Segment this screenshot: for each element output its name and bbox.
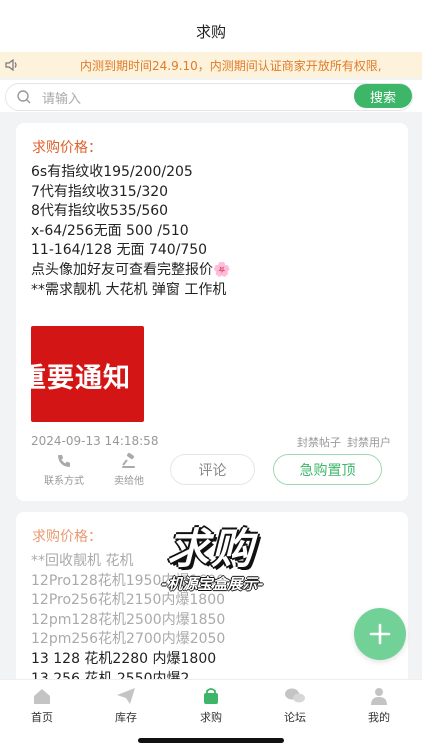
chat-bubbles-icon [285, 688, 305, 703]
notice-text: 内测到期时间24.9.10，内测期间认证商家开放所有权限, [80, 58, 382, 73]
gavel-icon [122, 453, 135, 468]
post-image[interactable]: 重要通知 [31, 326, 144, 422]
post-line: 12pm128花机2500内爆1850 [31, 611, 226, 628]
tab-label: 论坛 [284, 711, 306, 724]
home-indicator [138, 738, 284, 743]
post-content: 6s有指纹收195/200/205 7代有指纹收315/320 8代有指纹收53… [31, 163, 230, 300]
top-nav-bar: 求购 [0, 0, 422, 52]
watermark-title: 求购 [167, 524, 256, 573]
sell-label: 卖给他 [114, 476, 144, 487]
home-icon [34, 689, 50, 704]
post-line: 13 128 花机2280 内爆1800 [31, 650, 217, 667]
tab-inventory[interactable]: 库存 [96, 687, 156, 725]
search-icon [16, 89, 32, 105]
post-line: 12pm256花机2700内爆2050 [31, 631, 226, 648]
tab-label: 我的 [368, 711, 390, 724]
post-line: x-64/256无面 500 /510 [31, 222, 189, 239]
user-icon [371, 688, 387, 705]
send-icon [117, 688, 135, 704]
phone-icon [58, 455, 70, 467]
watermark: 求购 -机源宝盒展示- [125, 515, 300, 600]
tab-label: 首页 [31, 711, 53, 724]
comment-button[interactable]: 评论 [170, 454, 255, 485]
post-line: 8代有指纹收535/560 [31, 203, 169, 220]
notice-bar[interactable]: 内测到期时间24.9.10，内测期间认证商家开放所有权限, [0, 52, 422, 78]
post-line: 点头像加好友可查看完整报价🌸 [31, 261, 231, 278]
post-image-text: 重要通知 [31, 363, 131, 394]
add-post-button[interactable] [354, 608, 406, 660]
search-button[interactable]: 搜索 [354, 84, 412, 108]
post-actions: 联系方式 卖给他 评论 急购置顶 [16, 448, 408, 493]
price-label: 求购价格： [32, 140, 102, 156]
post-date: 2024-09-13 14:18:58 [31, 434, 159, 448]
search-placeholder: 请输入 [42, 91, 82, 107]
post-line: 11-164/128 无面 740/750 [31, 242, 208, 259]
tab-forum[interactable]: 论坛 [265, 687, 325, 725]
page-title: 求购 [195, 23, 226, 41]
contact-button[interactable]: 联系方式 [44, 453, 84, 487]
urgent-pin-button[interactable]: 急购置顶 [273, 454, 382, 485]
tab-label: 求购 [200, 711, 222, 724]
watermark-subtitle: -机源宝盒展示- [161, 575, 264, 593]
contact-label: 联系方式 [44, 476, 84, 487]
post-card[interactable]: 求购价格： 6s有指纹收195/200/205 7代有指纹收315/320 8代… [16, 123, 408, 501]
search-bar: 请输入 搜索 [0, 80, 422, 112]
speaker-icon [0, 52, 24, 78]
sell-to-him-button[interactable]: 卖给他 [114, 453, 144, 487]
post-line: **需求靓机 大花机 弹窗 工作机 [31, 281, 227, 298]
price-label: 求购价格： [32, 529, 102, 545]
post-line: 7代有指纹收315/320 [31, 183, 169, 200]
post-line: 6s有指纹收195/200/205 [31, 164, 193, 180]
tab-mine[interactable]: 我的 [349, 687, 409, 725]
tab-purchase[interactable]: 求购 [181, 687, 241, 725]
tab-home[interactable]: 首页 [12, 687, 72, 725]
shopping-bag-icon [204, 688, 218, 704]
plus-icon [369, 623, 391, 645]
search-input[interactable]: 请输入 [5, 83, 413, 111]
tab-label: 库存 [115, 711, 137, 724]
